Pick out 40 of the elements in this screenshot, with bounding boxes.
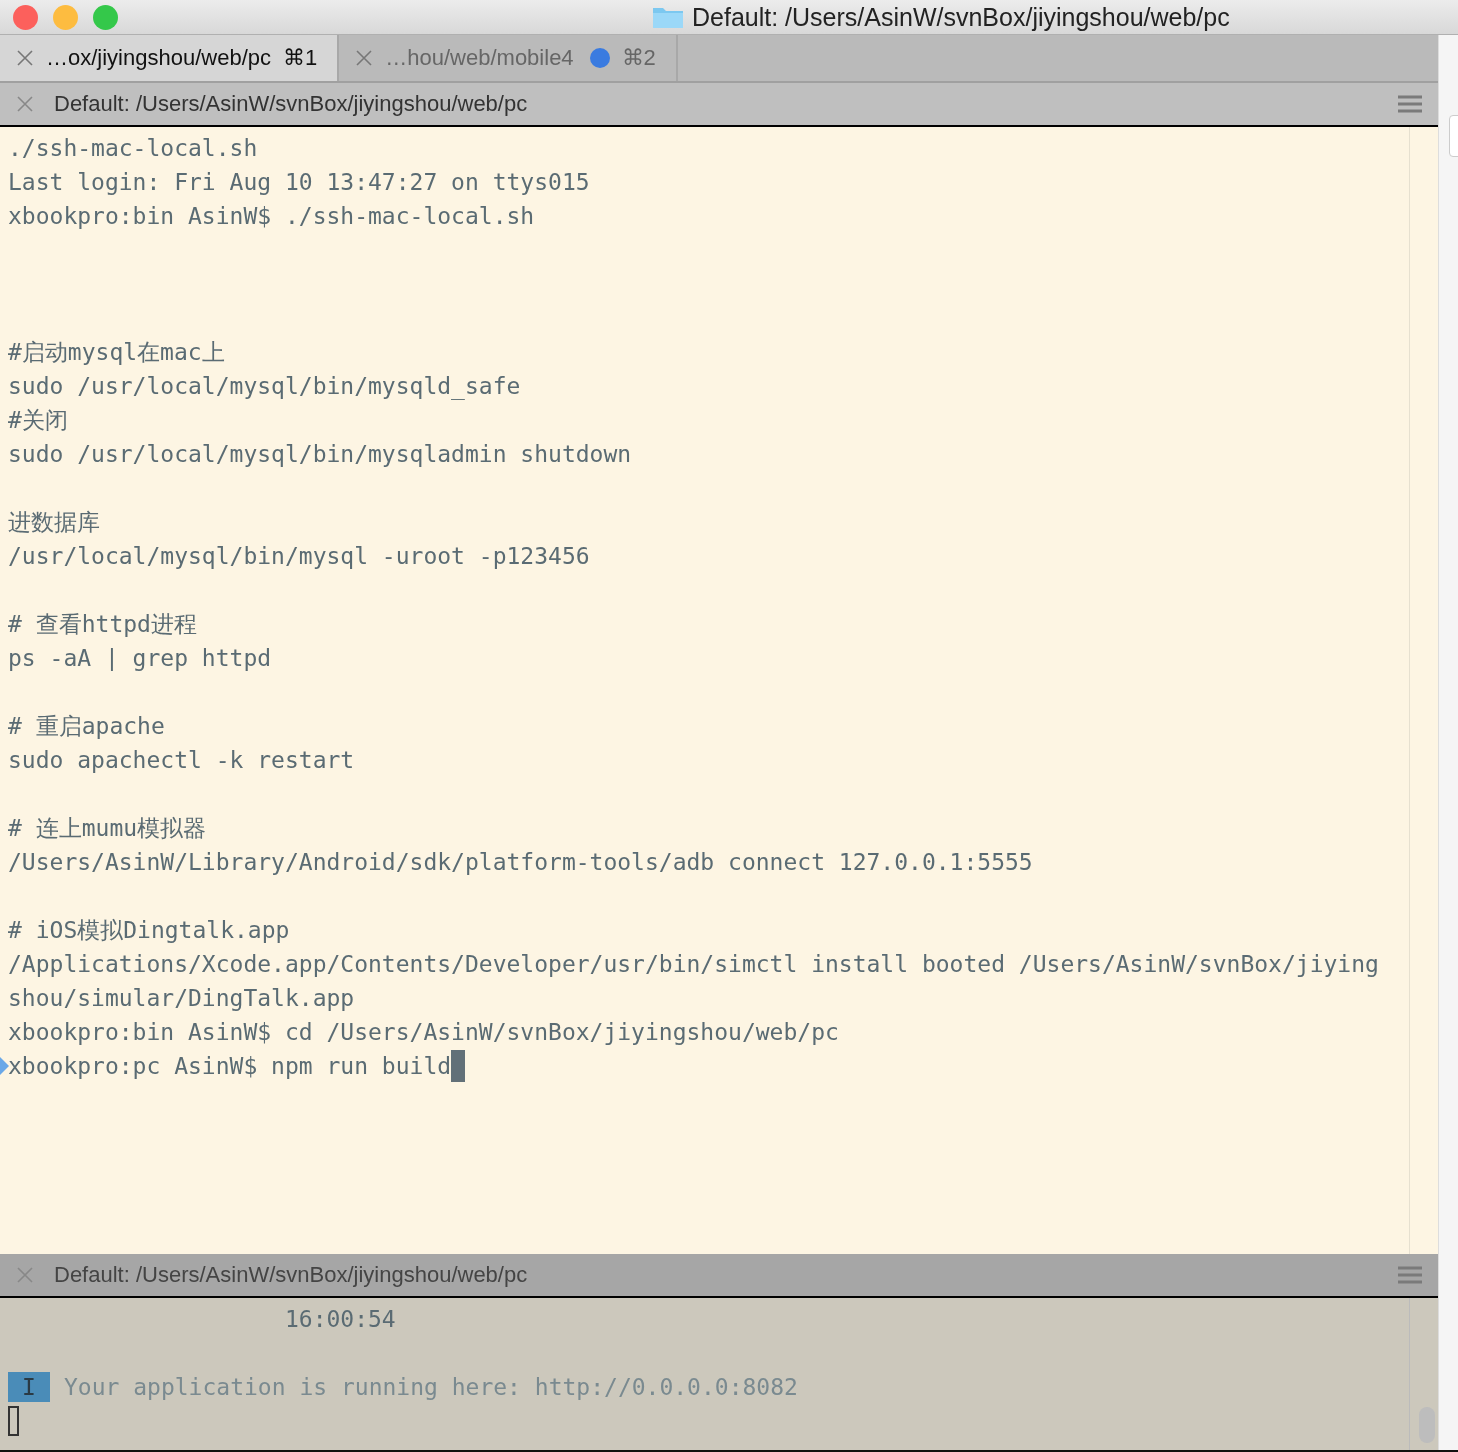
menu-icon[interactable]	[1398, 1266, 1422, 1284]
terminal-line: /Users/AsinW/Library/Android/sdk/platform-tools/adb connect 127.0.0.1:5555	[8, 848, 1033, 877]
terminal-line: /Applications/Xcode.app/Contents/Developer/usr/bin/simctl install booted /Users/AsinW/svnBox/jiying	[8, 950, 1379, 979]
terminal-line: /usr/local/mysql/bin/mysql -uroot -p123456	[8, 542, 590, 571]
terminal-line: sudo apachectl -k restart	[8, 746, 355, 775]
terminal-line: sudo /usr/local/mysql/bin/mysqld_safe	[8, 372, 521, 402]
minimize-window-button[interactable]	[53, 4, 78, 30]
terminal-line: Your application is running here: http://0.0.0.0:8082	[64, 1373, 798, 1402]
terminal-line: xbookpro:bin AsinW$ ./ssh-mac-local.sh	[8, 202, 535, 231]
close-icon[interactable]	[16, 1266, 34, 1284]
terminal-line: 进数据库	[8, 508, 100, 537]
close-icon[interactable]	[16, 49, 34, 67]
terminal-line: ./ssh-mac-local.sh	[8, 134, 258, 163]
terminal-line: #启动mysql在mac上	[8, 338, 225, 367]
prompt-marker-icon	[0, 1057, 9, 1075]
close-window-button[interactable]	[13, 4, 38, 30]
terminal-line: # 查看httpd进程	[8, 610, 197, 639]
pane-title: Default: /Users/AsinW/svnBox/jiyingshou/web/pc	[54, 91, 529, 117]
window-title: Default: /Users/AsinW/svnBox/jiyingshou/web/pc	[692, 2, 1230, 32]
tab[interactable]: …ox/jiyingshou/web/pc ⌘1	[0, 35, 340, 81]
zoom-window-button[interactable]	[93, 4, 118, 30]
terminal-line: 16:00:54	[283, 1305, 396, 1334]
terminal-line: #关闭	[8, 406, 68, 435]
terminal-line: # iOS模拟Dingtalk.app	[8, 916, 290, 945]
terminal-line: # 连上mumu模拟器	[8, 814, 207, 843]
text-cursor	[8, 1406, 19, 1436]
text-cursor	[451, 1050, 466, 1082]
info-badge: I	[8, 1372, 50, 1402]
terminal-line: shou/simular/DingTalk.app	[8, 984, 355, 1013]
terminal-line: sudo /usr/local/mysql/bin/mysqladmin shutdown	[8, 440, 632, 469]
terminal-line: ps -aA | grep httpd	[8, 644, 272, 673]
pane-title: Default: /Users/AsinW/svnBox/jiyingshou/web/pc	[54, 1262, 529, 1288]
terminal-line: Last login: Fri Aug 10 13:47:27 on ttys015	[8, 168, 590, 197]
terminal-line: # 重启apache	[8, 712, 165, 741]
terminal-line: xbookpro:bin AsinW$ cd /Users/AsinW/svnBox/jiyingshou/web/pc	[8, 1018, 839, 1047]
folder-icon	[652, 5, 684, 29]
menu-icon[interactable]	[1398, 95, 1422, 113]
terminal-line: xbookpro:pc AsinW$ npm run build	[8, 1052, 452, 1081]
close-icon[interactable]	[16, 95, 34, 113]
close-icon[interactable]	[355, 49, 374, 67]
